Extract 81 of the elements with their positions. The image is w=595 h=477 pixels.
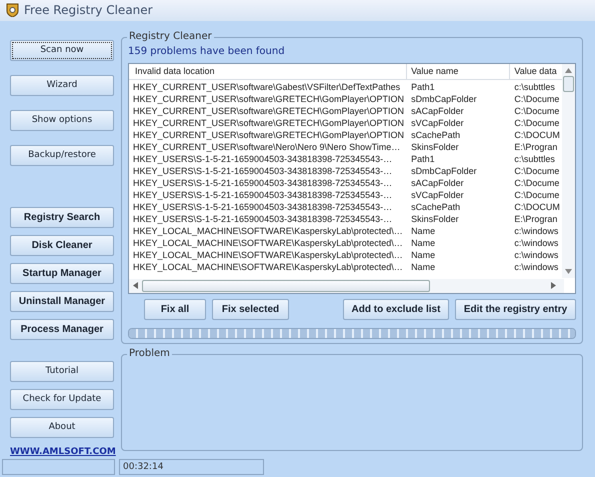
table-cell-text: SkinsFolder	[410, 212, 460, 225]
scroll-down-icon[interactable]	[565, 268, 572, 274]
column-header[interactable]: Invalid data location	[129, 64, 408, 79]
table-cell-text: C:\Docume	[513, 116, 560, 129]
sidebar-button[interactable]: Tutorial	[10, 360, 114, 382]
sidebar-button[interactable]: Wizard	[10, 74, 114, 96]
scroll-thumb[interactable]	[563, 76, 574, 92]
table-cell-text: E:\Progran	[513, 212, 558, 225]
scroll-thumb[interactable]	[142, 280, 430, 292]
sidebar-button[interactable]: About	[10, 416, 114, 438]
table-cell-text: Path1	[410, 152, 436, 165]
table-cell-text: C:\Docume	[513, 188, 560, 201]
table-cell-text: c:\windows	[513, 248, 560, 261]
table-cell-text: E:\Progran	[513, 140, 558, 153]
status-time: 00:32:14	[119, 459, 264, 475]
table-cell-text: HKEY_CURRENT_USER\software\GRETECH\GomPlayer\OPTION	[132, 128, 406, 141]
sidebar-button[interactable]: Process Manager	[10, 318, 114, 340]
action-button[interactable]: Edit the registry entry	[455, 298, 576, 320]
table-cell-text: sDmbCapFolder	[410, 164, 478, 177]
sidebar-button[interactable]: Scan now	[10, 40, 114, 61]
table-cell-text: SkinsFolder	[410, 140, 460, 153]
sidebar-button[interactable]: Backup/restore	[10, 144, 114, 166]
table-cell-text: Name	[410, 236, 436, 249]
table-cell-text: Name	[410, 248, 436, 261]
table-cell-text: c:\subttles	[513, 80, 556, 93]
table-cell-text: C:\Docume	[513, 176, 560, 189]
table-cell-text: Name	[410, 224, 436, 237]
table-cell-text: HKEY_USERS\S-1-5-21-1659004503-343818398-725345543-…	[132, 152, 394, 165]
table-cell-text: sDmbCapFolder	[410, 92, 478, 105]
table-cell-text: HKEY_USERS\S-1-5-21-1659004503-343818398-725345543-…	[132, 188, 394, 201]
table-cell-text: c:\windows	[513, 224, 560, 237]
column-header[interactable]: Value name	[407, 64, 510, 79]
horizontal-scrollbar[interactable]	[129, 278, 564, 293]
column-header[interactable]: Value data	[510, 64, 564, 79]
table-cell-text: sACapFolder	[410, 104, 465, 117]
table-cell-text: HKEY_LOCAL_MACHINE\SOFTWARE\KasperskyLab\protected\…	[132, 224, 404, 237]
sidebar-button[interactable]: Uninstall Manager	[10, 290, 114, 312]
vertical-scrollbar[interactable]	[562, 64, 575, 278]
table-cell-text: HKEY_LOCAL_MACHINE\SOFTWARE\KasperskyLab\protected\…	[132, 236, 404, 249]
table-cell-text: C:\Docume	[513, 164, 560, 177]
table-cell-text: HKEY_CURRENT_USER\software\Gabest\VSFilter\DefTextPathes	[132, 80, 402, 93]
action-button[interactable]: Fix selected	[212, 298, 289, 320]
sidebar-button[interactable]: Show options	[10, 110, 114, 131]
scroll-up-icon[interactable]	[565, 68, 572, 73]
table-cell-text: C:\Docume	[513, 92, 560, 105]
table-cell-text: Path1	[410, 80, 436, 93]
sidebar-button[interactable]: Check for Update	[10, 388, 114, 410]
table-cell-text: c:\windows	[513, 236, 560, 249]
scroll-left-icon[interactable]	[133, 282, 138, 290]
table-cell-text: HKEY_USERS\S-1-5-21-1659004503-343818398-725345543-…	[132, 176, 394, 189]
group-title: Registry Cleaner	[127, 30, 214, 43]
table-cell-text: sCachePath	[410, 200, 462, 213]
table-cell-text: HKEY_LOCAL_MACHINE\SOFTWARE\KasperskyLab\protected\…	[132, 248, 404, 261]
window-title: Free Registry Cleaner	[24, 3, 153, 18]
table-cell-text: HKEY_CURRENT_USER\software\GRETECH\GomPlayer\OPTION	[132, 116, 406, 129]
table-cell-text: C:\DOCUM	[513, 200, 561, 213]
table-cell-text: C:\Docume	[513, 104, 560, 117]
sidebar-button[interactable]: Disk Cleaner	[10, 234, 114, 256]
table-cell-text: HKEY_USERS\S-1-5-21-1659004503-343818398-725345543-…	[132, 200, 394, 213]
table-cell-text: sVCapFolder	[410, 116, 465, 129]
table-cell-text: HKEY_USERS\S-1-5-21-1659004503-343818398-725345543-…	[132, 164, 394, 177]
table-cell-text: sVCapFolder	[410, 188, 465, 201]
table-cell-text: c:\windows	[513, 260, 560, 273]
table-cell-text: HKEY_CURRENT_USER\software\Nero\Nero 9\Nero ShowTime…	[132, 140, 402, 153]
table-cell-text: sCachePath	[410, 128, 462, 141]
table-cell-text: HKEY_CURRENT_USER\software\GRETECH\GomPlayer\OPTION	[132, 104, 406, 117]
shield-icon	[6, 3, 19, 18]
table-cell-text: c:\subttles	[513, 152, 556, 165]
sidebar-button[interactable]: Startup Manager	[10, 262, 114, 284]
table-cell-text: HKEY_CURRENT_USER\software\GRETECH\GomPlayer\OPTION	[132, 92, 406, 105]
sidebar-button[interactable]: Registry Search	[10, 206, 114, 228]
table-cell-text: HKEY_LOCAL_MACHINE\SOFTWARE\KasperskyLab\protected\…	[132, 260, 404, 273]
results-summary: 159 problems have been found	[128, 44, 286, 59]
scroll-right-icon[interactable]	[551, 282, 556, 290]
table-cell-text: Name	[410, 260, 436, 273]
table-cell-text: HKEY_USERS\S-1-5-21-1659004503-343818398-725345543-…	[132, 212, 394, 225]
action-button[interactable]: Add to exclude list	[343, 298, 449, 320]
website-link[interactable]: WWW.AMLSOFT.COM	[10, 446, 114, 457]
table-cell-text: C:\DOCUM	[513, 128, 561, 141]
action-button[interactable]: Fix all	[144, 298, 206, 320]
table-cell-text: sACapFolder	[410, 176, 465, 189]
